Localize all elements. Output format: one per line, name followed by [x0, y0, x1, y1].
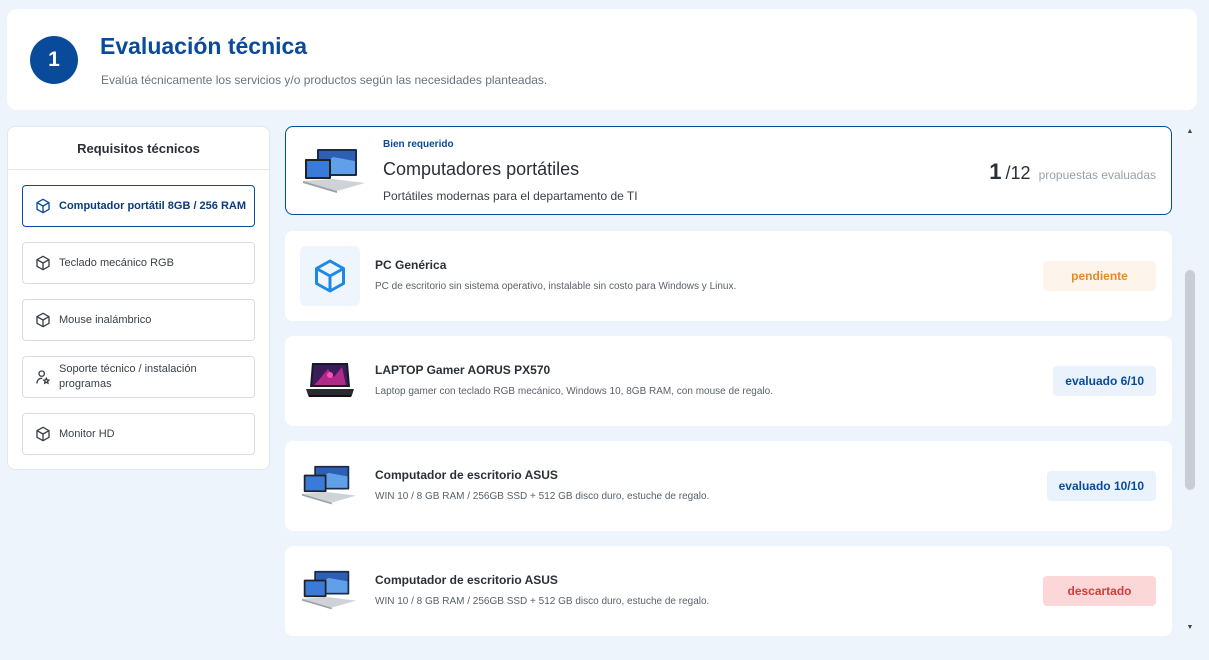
- evaluated-label: propuestas evaluadas: [1038, 168, 1156, 182]
- status-badge[interactable]: descartado: [1043, 576, 1156, 606]
- requirement-item-laptop[interactable]: Computador portátil 8GB / 256 RAM: [22, 185, 255, 227]
- required-item-card: Bien requerido Computadores portátiles P…: [285, 126, 1172, 215]
- cube-icon: [36, 255, 50, 271]
- status-badge[interactable]: evaluado 10/10: [1046, 471, 1156, 501]
- step-number-badge: 1: [30, 36, 78, 84]
- requirement-item-label: Mouse inalámbrico: [59, 313, 152, 326]
- cube-icon: [315, 259, 345, 293]
- product-image: [300, 561, 360, 621]
- requirement-item-support[interactable]: Soporte técnico / instalación programas: [22, 356, 255, 398]
- laptop-image: [302, 570, 357, 610]
- requirement-item-label: Teclado mecánico RGB: [59, 256, 174, 269]
- product-image: [300, 351, 360, 411]
- gaming-laptop-image: [306, 363, 354, 397]
- scroll-thumb[interactable]: [1185, 270, 1195, 490]
- requirement-item-label: Computador portátil 8GB / 256 RAM: [59, 199, 247, 212]
- proposal-description: Laptop gamer con teclado RGB mecánico, W…: [375, 386, 773, 397]
- cube-icon: [36, 426, 50, 442]
- requirement-item-mouse[interactable]: Mouse inalámbrico: [22, 299, 255, 341]
- proposal-description: PC de escritorio sin sistema operativo, …: [375, 281, 737, 292]
- page-title: Evaluación técnica: [100, 33, 308, 59]
- proposal-card[interactable]: Computador de escritorio ASUS WIN 10 / 8…: [285, 546, 1172, 636]
- requirement-item-keyboard[interactable]: Teclado mecánico RGB: [22, 242, 255, 284]
- scroll-up-arrow-icon[interactable]: ▲: [1183, 126, 1197, 138]
- laptop-image: [302, 465, 357, 505]
- evaluated-count: 1 /12 propuestas evaluadas: [989, 159, 1156, 185]
- total-proposals: /12: [1005, 163, 1031, 183]
- requirement-item-monitor[interactable]: Monitor HD: [22, 413, 255, 455]
- product-image: [300, 246, 360, 306]
- proposal-name: LAPTOP Gamer AORUS PX570: [375, 363, 551, 377]
- cube-icon: [36, 312, 50, 328]
- proposal-name: Computador de escritorio ASUS: [375, 468, 558, 482]
- required-item-name: Computadores portátiles: [383, 159, 580, 179]
- evaluated-number: 1: [989, 159, 1002, 184]
- proposal-name: Computador de escritorio ASUS: [375, 573, 558, 587]
- scrollbar[interactable]: ▲ ▼: [1183, 126, 1197, 636]
- status-badge[interactable]: evaluado 6/10: [1053, 366, 1156, 396]
- requirement-item-label: Soporte técnico / instalación programas: [59, 363, 197, 390]
- section-header: 1 Evaluación técnica Evalúa técnicamente…: [7, 9, 1197, 110]
- requirements-title: Requisitos técnicos: [8, 127, 269, 170]
- requirements-panel: Requisitos técnicos Computador portátil …: [7, 126, 270, 470]
- required-item-tag: Bien requerido: [383, 139, 454, 150]
- required-item-description: Portátiles modernas para el departamento…: [383, 189, 638, 203]
- laptop-image: [303, 149, 365, 193]
- page-subtitle: Evalúa técnicamente los servicios y/o pr…: [101, 73, 548, 87]
- cube-icon: [36, 198, 50, 214]
- proposal-name: PC Genérica: [375, 258, 447, 272]
- proposal-description: WIN 10 / 8 GB RAM / 256GB SSD + 512 GB d…: [375, 596, 710, 607]
- requirement-item-label: Monitor HD: [59, 427, 115, 440]
- proposal-card[interactable]: PC Genérica PC de escritorio sin sistema…: [285, 231, 1172, 321]
- proposal-card[interactable]: Computador de escritorio ASUS WIN 10 / 8…: [285, 441, 1172, 531]
- product-image: [300, 456, 360, 516]
- status-badge[interactable]: pendiente: [1043, 261, 1156, 291]
- proposal-description: WIN 10 / 8 GB RAM / 256GB SSD + 512 GB d…: [375, 491, 710, 502]
- person-star-icon: [36, 370, 51, 385]
- proposal-card[interactable]: LAPTOP Gamer AORUS PX570 Laptop gamer co…: [285, 336, 1172, 426]
- scroll-down-arrow-icon[interactable]: ▼: [1183, 622, 1197, 634]
